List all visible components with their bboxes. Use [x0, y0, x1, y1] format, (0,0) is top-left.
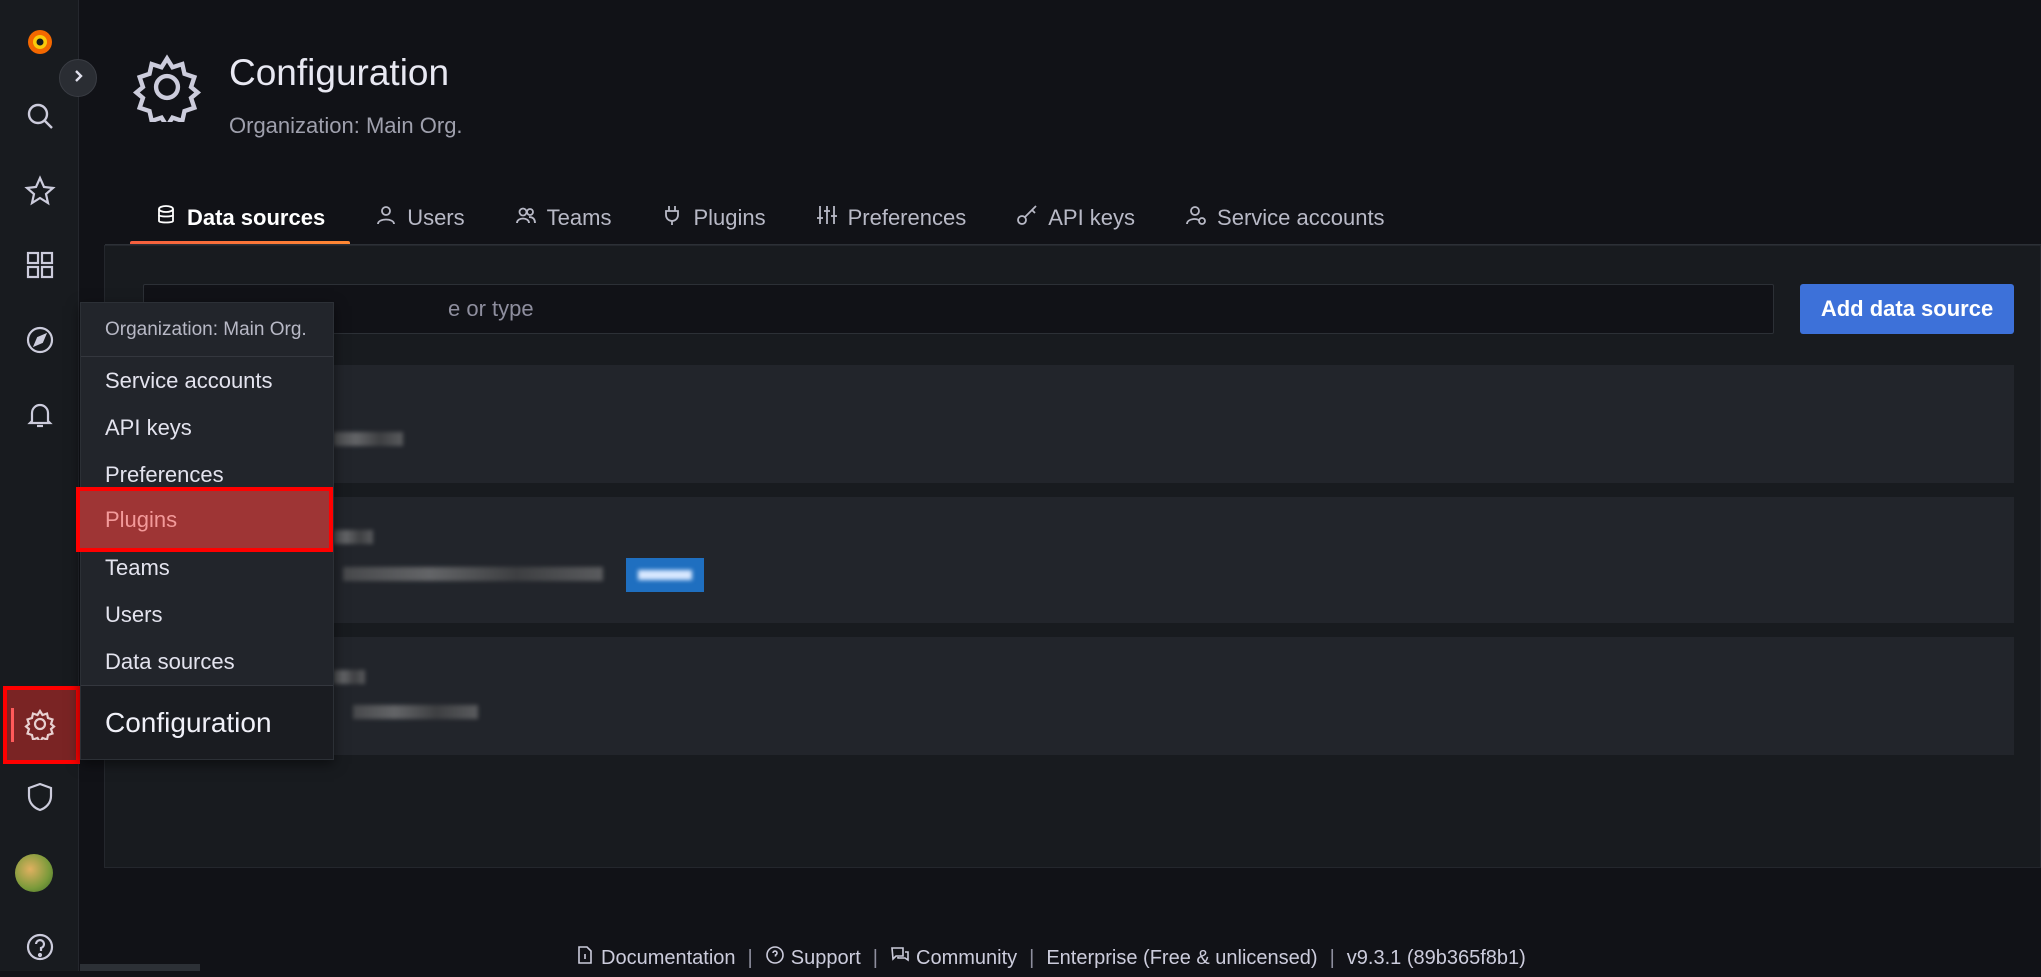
footer-community-link[interactable]: Community	[890, 945, 1017, 971]
scrollbar-fragment	[80, 964, 200, 971]
footer-separator: |	[1029, 946, 1035, 969]
avatar[interactable]	[15, 854, 53, 892]
tab-teams[interactable]: Teams	[490, 190, 637, 246]
add-data-source-button[interactable]: Add data source	[1800, 284, 2014, 334]
redacted-text	[333, 432, 403, 446]
footer-separator: |	[747, 946, 753, 969]
tab-users[interactable]: Users	[350, 190, 489, 246]
database-icon	[155, 204, 177, 232]
tab-label: API keys	[1048, 205, 1136, 230]
chevron-right-icon	[70, 68, 86, 89]
tab-bar: Data sources Users Teams Plugins Prefere…	[130, 190, 1410, 246]
tab-service-accounts[interactable]: Service accounts	[1160, 190, 1410, 246]
footer-support-link[interactable]: Support	[765, 945, 861, 971]
tab-api-keys[interactable]: API keys	[991, 190, 1160, 246]
redacted-text	[343, 567, 603, 581]
footer-separator: |	[872, 946, 878, 969]
footer: Documentation | Support | Community | En…	[575, 944, 1526, 972]
tab-label: Service accounts	[1217, 205, 1385, 230]
help-icon[interactable]	[0, 917, 79, 977]
default-badge	[626, 558, 704, 592]
tab-label: Preferences	[847, 205, 967, 230]
sidebar	[0, 0, 80, 971]
document-icon	[575, 945, 595, 971]
page-subtitle: Organization: Main Org.	[229, 113, 463, 138]
search-icon[interactable]	[0, 86, 79, 146]
menu-item-users[interactable]: Users	[81, 591, 333, 638]
data-source-card[interactable]	[143, 365, 2014, 483]
users-icon	[515, 204, 537, 232]
redacted-text	[353, 705, 478, 719]
shield-icon[interactable]	[0, 767, 79, 827]
menu-item-service-accounts[interactable]: Service accounts	[81, 357, 333, 404]
flyout-org-label: Organization: Main Org.	[81, 303, 333, 357]
configuration-header-icon	[132, 52, 202, 131]
menu-item-teams[interactable]: Teams	[81, 544, 333, 591]
tab-data-sources[interactable]: Data sources	[130, 190, 351, 246]
search-placeholder: e or type	[448, 296, 534, 321]
tab-label: Plugins	[693, 205, 766, 230]
footer-edition[interactable]: Enterprise (Free & unlicensed)	[1046, 947, 1317, 970]
footer-link-label: Documentation	[601, 946, 736, 969]
menu-item-plugins[interactable]: Plugins	[76, 487, 333, 552]
flyout-title[interactable]: Configuration	[81, 685, 333, 759]
tab-preferences[interactable]: Preferences	[791, 190, 992, 246]
tab-label: Users	[407, 205, 465, 230]
tab-label: Data sources	[187, 205, 326, 230]
chat-icon	[890, 945, 910, 971]
page-title: Configuration	[229, 52, 450, 93]
sliders-icon	[816, 204, 838, 232]
question-circle-icon	[765, 945, 785, 971]
footer-version: v9.3.1 (89b365f8b1)	[1346, 946, 1526, 969]
plug-icon	[661, 204, 683, 232]
expand-sidebar-button[interactable]	[59, 59, 97, 97]
key-icon	[1016, 204, 1038, 232]
redacted-text	[333, 670, 365, 684]
explore-icon[interactable]	[0, 310, 79, 370]
menu-item-data-sources[interactable]: Data sources	[81, 638, 333, 685]
alerting-icon[interactable]	[0, 385, 79, 445]
data-source-card[interactable]	[143, 497, 2014, 623]
service-account-icon	[1185, 204, 1207, 232]
search-input[interactable]: e or type	[143, 284, 1774, 334]
data-source-card[interactable]	[143, 637, 2014, 755]
menu-item-api-keys[interactable]: API keys	[81, 404, 333, 451]
star-icon[interactable]	[0, 161, 79, 221]
footer-link-label: Support	[790, 946, 861, 969]
footer-separator: |	[1329, 946, 1335, 969]
tab-plugins[interactable]: Plugins	[636, 190, 790, 246]
redacted-text	[333, 530, 373, 544]
footer-link-label: Community	[916, 946, 1018, 969]
configuration-flyout-menu: Organization: Main Org. Service accounts…	[76, 302, 334, 760]
footer-documentation-link[interactable]: Documentation	[575, 945, 736, 971]
user-icon	[375, 204, 397, 232]
configuration-icon[interactable]	[0, 694, 79, 754]
tab-label: Teams	[546, 205, 612, 230]
dashboards-icon[interactable]	[0, 235, 79, 295]
